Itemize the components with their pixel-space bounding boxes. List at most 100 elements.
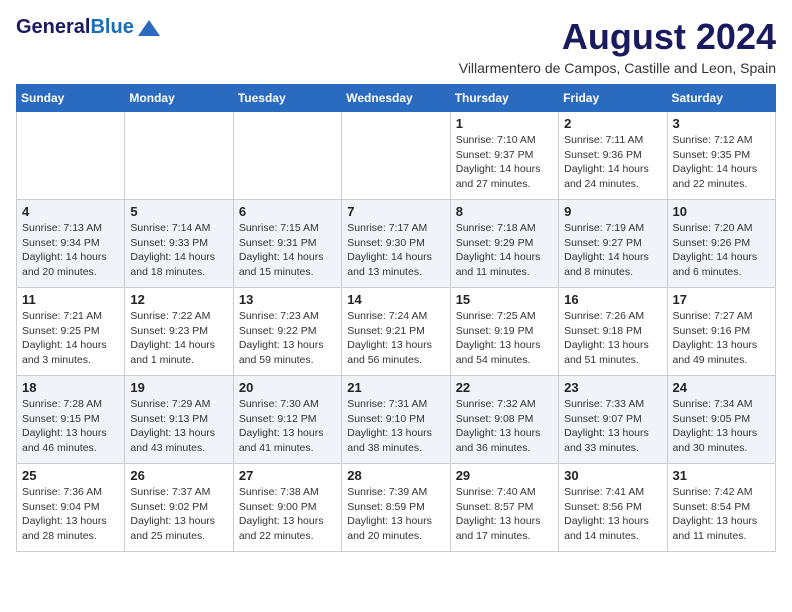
calendar-cell: 10 Sunrise: 7:20 AM Sunset: 9:26 PM Dayli… xyxy=(667,200,775,288)
day-info: Sunrise: 7:11 AM Sunset: 9:36 PM Dayligh… xyxy=(564,133,661,192)
logo: GeneralBlue xyxy=(16,16,160,38)
calendar-week-row: 25Sunrise: 7:36 AM Sunset: 9:04 PM Dayli… xyxy=(17,464,776,552)
day-info: Sunrise: 7:40 AM Sunset: 8:57 PM Dayligh… xyxy=(456,485,553,544)
day-info: Sunrise: 7:10 AM Sunset: 9:37 PM Dayligh… xyxy=(456,133,553,192)
day-number: 6 xyxy=(239,204,336,219)
weekday-header-row: SundayMondayTuesdayWednesdayThursdayFrid… xyxy=(17,85,776,112)
calendar-cell xyxy=(125,112,233,200)
calendar-cell: 21 Sunrise: 7:31 AM Sunset: 9:10 PM Dayli… xyxy=(342,376,450,464)
calendar-cell: 1 Sunrise: 7:10 AM Sunset: 9:37 PM Daylig… xyxy=(450,112,558,200)
day-info: Sunrise: 7:20 AM Sunset: 9:26 PM Dayligh… xyxy=(673,221,770,280)
day-info: Sunrise: 7:18 AM Sunset: 9:29 PM Dayligh… xyxy=(456,221,553,280)
day-info: Sunrise: 7:14 AM Sunset: 9:33 PM Dayligh… xyxy=(130,221,227,280)
calendar-cell: 3 Sunrise: 7:12 AM Sunset: 9:35 PM Daylig… xyxy=(667,112,775,200)
calendar-week-row: 18Sunrise: 7:28 AM Sunset: 9:15 PM Dayli… xyxy=(17,376,776,464)
day-info: Sunrise: 7:36 AM Sunset: 9:04 PM Dayligh… xyxy=(22,485,119,544)
calendar-cell: 5 Sunrise: 7:14 AM Sunset: 9:33 PM Daylig… xyxy=(125,200,233,288)
day-number: 15 xyxy=(456,292,553,307)
logo-text: GeneralBlue xyxy=(16,16,134,38)
day-number: 19 xyxy=(130,380,227,395)
day-info: Sunrise: 7:29 AM Sunset: 9:13 PM Dayligh… xyxy=(130,397,227,456)
day-info: Sunrise: 7:32 AM Sunset: 9:08 PM Dayligh… xyxy=(456,397,553,456)
day-info: Sunrise: 7:30 AM Sunset: 9:12 PM Dayligh… xyxy=(239,397,336,456)
month-year-title: August 2024 xyxy=(459,16,776,58)
calendar-cell: 2 Sunrise: 7:11 AM Sunset: 9:36 PM Daylig… xyxy=(559,112,667,200)
calendar-cell: 15 Sunrise: 7:25 AM Sunset: 9:19 PM Dayli… xyxy=(450,288,558,376)
day-number: 20 xyxy=(239,380,336,395)
day-info: Sunrise: 7:37 AM Sunset: 9:02 PM Dayligh… xyxy=(130,485,227,544)
day-number: 27 xyxy=(239,468,336,483)
day-number: 1 xyxy=(456,116,553,131)
title-section: August 2024 Villarmentero de Campos, Cas… xyxy=(459,16,776,76)
calendar-cell: 18Sunrise: 7:28 AM Sunset: 9:15 PM Dayli… xyxy=(17,376,125,464)
calendar-cell: 4Sunrise: 7:13 AM Sunset: 9:34 PM Daylig… xyxy=(17,200,125,288)
day-number: 11 xyxy=(22,292,119,307)
calendar-cell: 6Sunrise: 7:15 AM Sunset: 9:31 PM Daylig… xyxy=(233,200,341,288)
calendar-cell: 22 Sunrise: 7:32 AM Sunset: 9:08 PM Dayli… xyxy=(450,376,558,464)
day-info: Sunrise: 7:33 AM Sunset: 9:07 PM Dayligh… xyxy=(564,397,661,456)
calendar-cell xyxy=(342,112,450,200)
day-number: 28 xyxy=(347,468,444,483)
calendar-cell: 27 Sunrise: 7:38 AM Sunset: 9:00 PM Dayli… xyxy=(233,464,341,552)
day-number: 12 xyxy=(130,292,227,307)
day-info: Sunrise: 7:21 AM Sunset: 9:25 PM Dayligh… xyxy=(22,309,119,368)
calendar-cell xyxy=(233,112,341,200)
calendar-cell: 17Sunrise: 7:27 AM Sunset: 9:16 PM Dayli… xyxy=(667,288,775,376)
calendar-cell: 26 Sunrise: 7:37 AM Sunset: 9:02 PM Dayli… xyxy=(125,464,233,552)
day-number: 5 xyxy=(130,204,227,219)
day-info: Sunrise: 7:12 AM Sunset: 9:35 PM Dayligh… xyxy=(673,133,770,192)
day-info: Sunrise: 7:39 AM Sunset: 8:59 PM Dayligh… xyxy=(347,485,444,544)
day-number: 2 xyxy=(564,116,661,131)
calendar-week-row: 11 Sunrise: 7:21 AM Sunset: 9:25 PM Dayli… xyxy=(17,288,776,376)
day-info: Sunrise: 7:25 AM Sunset: 9:19 PM Dayligh… xyxy=(456,309,553,368)
day-number: 9 xyxy=(564,204,661,219)
calendar-cell: 8Sunrise: 7:18 AM Sunset: 9:29 PM Daylig… xyxy=(450,200,558,288)
day-info: Sunrise: 7:19 AM Sunset: 9:27 PM Dayligh… xyxy=(564,221,661,280)
calendar-cell: 11 Sunrise: 7:21 AM Sunset: 9:25 PM Dayli… xyxy=(17,288,125,376)
calendar-cell: 12 Sunrise: 7:22 AM Sunset: 9:23 PM Dayli… xyxy=(125,288,233,376)
calendar-cell: 23Sunrise: 7:33 AM Sunset: 9:07 PM Dayli… xyxy=(559,376,667,464)
calendar-cell: 14Sunrise: 7:24 AM Sunset: 9:21 PM Dayli… xyxy=(342,288,450,376)
day-info: Sunrise: 7:17 AM Sunset: 9:30 PM Dayligh… xyxy=(347,221,444,280)
day-info: Sunrise: 7:31 AM Sunset: 9:10 PM Dayligh… xyxy=(347,397,444,456)
day-number: 14 xyxy=(347,292,444,307)
day-number: 10 xyxy=(673,204,770,219)
calendar-week-row: 1 Sunrise: 7:10 AM Sunset: 9:37 PM Daylig… xyxy=(17,112,776,200)
day-number: 18 xyxy=(22,380,119,395)
day-number: 7 xyxy=(347,204,444,219)
day-info: Sunrise: 7:22 AM Sunset: 9:23 PM Dayligh… xyxy=(130,309,227,368)
calendar-cell: 7 Sunrise: 7:17 AM Sunset: 9:30 PM Daylig… xyxy=(342,200,450,288)
calendar-table: SundayMondayTuesdayWednesdayThursdayFrid… xyxy=(16,84,776,552)
day-number: 4 xyxy=(22,204,119,219)
calendar-cell: 13Sunrise: 7:23 AM Sunset: 9:22 PM Dayli… xyxy=(233,288,341,376)
weekday-header: Sunday xyxy=(17,85,125,112)
day-number: 3 xyxy=(673,116,770,131)
calendar-cell: 16Sunrise: 7:26 AM Sunset: 9:18 PM Dayli… xyxy=(559,288,667,376)
day-info: Sunrise: 7:27 AM Sunset: 9:16 PM Dayligh… xyxy=(673,309,770,368)
day-number: 13 xyxy=(239,292,336,307)
day-info: Sunrise: 7:42 AM Sunset: 8:54 PM Dayligh… xyxy=(673,485,770,544)
calendar-cell xyxy=(17,112,125,200)
day-info: Sunrise: 7:34 AM Sunset: 9:05 PM Dayligh… xyxy=(673,397,770,456)
day-number: 31 xyxy=(673,468,770,483)
day-info: Sunrise: 7:38 AM Sunset: 9:00 PM Dayligh… xyxy=(239,485,336,544)
day-number: 22 xyxy=(456,380,553,395)
day-number: 26 xyxy=(130,468,227,483)
day-number: 16 xyxy=(564,292,661,307)
calendar-cell: 19 Sunrise: 7:29 AM Sunset: 9:13 PM Dayli… xyxy=(125,376,233,464)
calendar-cell: 25Sunrise: 7:36 AM Sunset: 9:04 PM Dayli… xyxy=(17,464,125,552)
weekday-header: Tuesday xyxy=(233,85,341,112)
weekday-header: Thursday xyxy=(450,85,558,112)
day-info: Sunrise: 7:41 AM Sunset: 8:56 PM Dayligh… xyxy=(564,485,661,544)
calendar-cell: 29 Sunrise: 7:40 AM Sunset: 8:57 PM Dayli… xyxy=(450,464,558,552)
calendar-cell: 30Sunrise: 7:41 AM Sunset: 8:56 PM Dayli… xyxy=(559,464,667,552)
day-number: 29 xyxy=(456,468,553,483)
day-number: 21 xyxy=(347,380,444,395)
calendar-cell: 28 Sunrise: 7:39 AM Sunset: 8:59 PM Dayli… xyxy=(342,464,450,552)
logo-icon xyxy=(138,20,160,36)
weekday-header: Saturday xyxy=(667,85,775,112)
calendar-week-row: 4Sunrise: 7:13 AM Sunset: 9:34 PM Daylig… xyxy=(17,200,776,288)
calendar-cell: 20 Sunrise: 7:30 AM Sunset: 9:12 PM Dayli… xyxy=(233,376,341,464)
calendar-cell: 24Sunrise: 7:34 AM Sunset: 9:05 PM Dayli… xyxy=(667,376,775,464)
location-subtitle: Villarmentero de Campos, Castille and Le… xyxy=(459,60,776,76)
